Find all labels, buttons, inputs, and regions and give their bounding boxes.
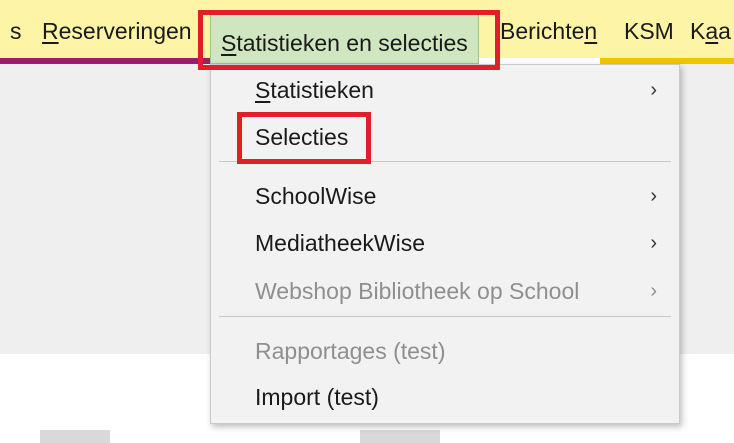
menu-item-truncated[interactable]: s (10, 0, 22, 58)
annotation-highlight-selecties (237, 112, 371, 164)
menu-item-truncated-right[interactable]: Kaa (690, 0, 731, 58)
chevron-right-icon: › (650, 185, 657, 207)
menu-item-ksm[interactable]: KSM (624, 0, 674, 58)
background-field-stub (360, 430, 440, 443)
chevron-right-icon: › (650, 79, 657, 101)
menu-item-berichten[interactable]: Berichten (500, 0, 597, 58)
chevron-right-icon: › (650, 280, 657, 302)
menu-option-import-test[interactable]: Import (test) (211, 375, 679, 419)
annotation-highlight-menu (198, 10, 500, 70)
menu-option-webshop-bibliotheek-op-school: Webshop Bibliotheek op School › (211, 269, 679, 313)
menu-option-rapportages-test: Rapportages (test) (255, 338, 446, 364)
accent-bar-purple (0, 58, 210, 64)
menu-separator (219, 316, 671, 317)
menu-option-schoolwise[interactable]: SchoolWise › (211, 174, 679, 218)
background-field-stub (40, 430, 110, 443)
menu-option-mediatheekwise[interactable]: MediatheekWise › (211, 221, 679, 265)
menu-option-statistieken[interactable]: Statistieken › (211, 68, 679, 112)
menu-item-reserveringen[interactable]: Reserveringen (42, 0, 192, 58)
chevron-right-icon: › (650, 232, 657, 254)
